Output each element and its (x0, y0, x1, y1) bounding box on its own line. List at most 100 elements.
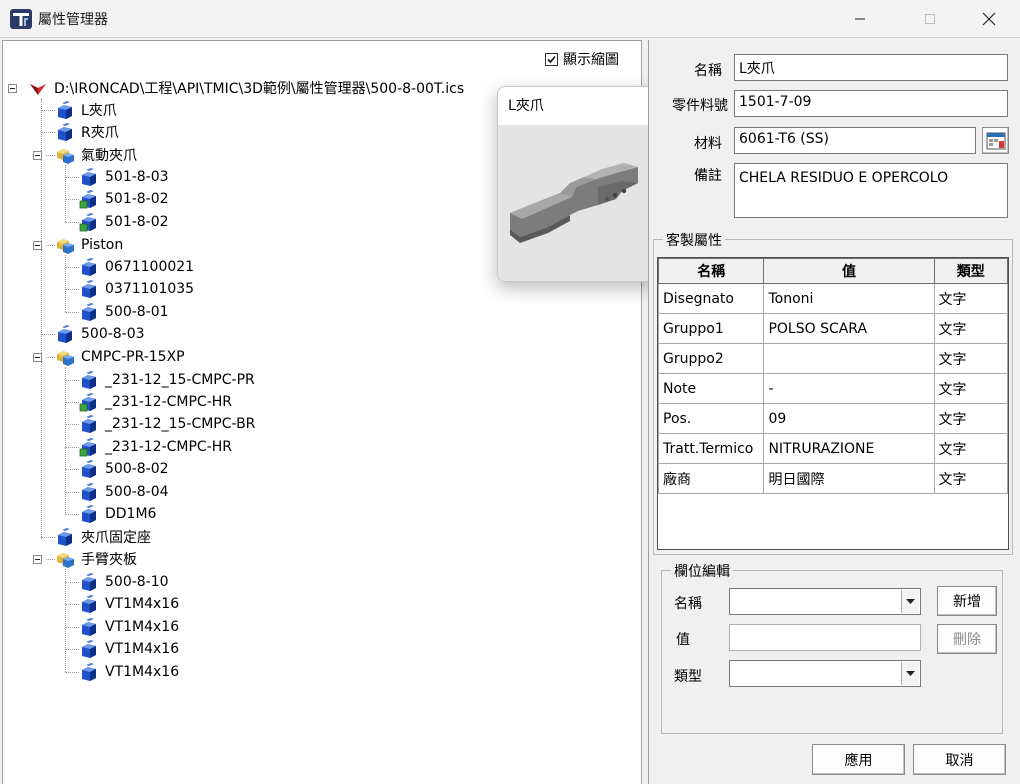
cell-value[interactable]: Tononi (763, 283, 935, 314)
tree-assembly-node[interactable]: Piston (55, 234, 123, 256)
show-thumbnail-checkbox[interactable]: 顯示縮圖 (545, 49, 619, 69)
tree-part-node[interactable]: 500-8-01 (79, 301, 169, 323)
part-thumbnail-image (498, 125, 656, 281)
tree-part-node[interactable]: 501-8-02 (79, 211, 169, 233)
delete-button[interactable]: 刪除 (937, 624, 997, 654)
part-icon (82, 303, 96, 321)
tree-part-node[interactable]: VT1M4x16 (79, 616, 179, 638)
tree-node-label: VT1M4x16 (105, 596, 180, 612)
tree-part-node[interactable]: 0371101035 (79, 278, 194, 300)
tree-part-node[interactable]: _231-12_15-CMPC-BR (79, 413, 255, 435)
tree-part-node[interactable]: R夾爪 (55, 121, 119, 143)
cancel-button[interactable]: 取消 (913, 744, 1006, 775)
tree-collapse-toggle[interactable] (33, 353, 42, 362)
edit-name-label: 名稱 (674, 596, 702, 612)
close-button[interactable] (966, 0, 1012, 38)
cell-type[interactable]: 文字 (933, 343, 1009, 374)
part-icon (82, 460, 96, 478)
cell-name[interactable]: Disegnato (657, 283, 765, 314)
cell-type[interactable]: 文字 (933, 313, 1009, 344)
cell-value[interactable]: - (763, 373, 935, 404)
tree-part-node[interactable]: 500-8-04 (79, 481, 169, 503)
close-icon (982, 12, 996, 26)
part-icon (82, 640, 96, 658)
preview-title: L夾爪 (508, 98, 544, 114)
maximize-button[interactable] (907, 0, 953, 38)
cell-name[interactable]: Gruppo1 (657, 313, 765, 344)
dropdown-arrow[interactable] (901, 590, 919, 613)
cell-name[interactable]: Pos. (657, 403, 765, 434)
table-row[interactable]: Pos. 09 文字 (657, 403, 1009, 434)
tree-collapse-toggle[interactable] (33, 241, 42, 250)
tree-part-node[interactable]: 500-8-02 (79, 458, 169, 480)
part-icon (82, 618, 96, 636)
tree-assembly-node[interactable]: 手臂夾板 (55, 548, 137, 570)
tree-part-node[interactable]: VT1M4x16 (79, 638, 179, 660)
tree-collapse-toggle[interactable] (8, 84, 17, 93)
edit-value-input[interactable] (729, 624, 921, 651)
tree-root-label: D:\IRONCAD\工程\API\TMIC\3D範例\屬性管理器\500-8-… (54, 81, 465, 97)
tree-part-node[interactable]: DD1M6 (79, 503, 156, 525)
tree-part-node[interactable]: VT1M4x16 (79, 661, 179, 683)
remark-textarea[interactable]: CHELA RESIDUO E OPERCOLO (734, 163, 1008, 218)
part-number-input[interactable]: 1501-7-09 (734, 90, 1008, 117)
linked-part-icon (79, 190, 96, 209)
table-row[interactable]: Gruppo2 文字 (657, 343, 1009, 374)
dropdown-arrow[interactable] (901, 662, 919, 685)
table-row[interactable]: 廠商 明日國際 文字 (657, 463, 1009, 494)
cell-name[interactable]: Tratt.Termico (657, 433, 765, 464)
cell-name[interactable]: 廠商 (657, 463, 765, 494)
tree-collapse-toggle[interactable] (33, 151, 42, 160)
name-input[interactable]: L夾爪 (734, 54, 1008, 81)
cell-type[interactable]: 文字 (933, 283, 1009, 314)
tree-node-label: 501-8-03 (105, 169, 169, 185)
material-input[interactable]: 6061-T6 (SS) (734, 127, 976, 154)
tree-node-label: 500-8-03 (81, 326, 145, 342)
add-button[interactable]: 新增 (937, 586, 997, 616)
column-header-value[interactable]: 值 (763, 258, 935, 284)
tree-node-label: R夾爪 (81, 125, 119, 141)
apply-button[interactable]: 應用 (812, 744, 905, 775)
tree-part-node[interactable]: 501-8-03 (79, 166, 169, 188)
cell-type[interactable]: 文字 (933, 373, 1009, 404)
tree-part-node[interactable]: 夾爪固定座 (55, 526, 151, 548)
cell-value[interactable]: 09 (763, 403, 935, 434)
tree-part-node[interactable]: 501-8-02 (79, 188, 169, 210)
tree-part-node[interactable]: _231-12-CMPC-HR (79, 436, 232, 458)
edit-type-combobox[interactable] (729, 660, 921, 687)
linked-part-icon (79, 213, 96, 232)
part-icon (58, 528, 72, 546)
cell-value[interactable] (763, 343, 935, 374)
tree-part-node[interactable]: VT1M4x16 (79, 593, 179, 615)
tree-assembly-node[interactable]: CMPC-PR-15XP (55, 346, 185, 368)
custom-attributes-table[interactable]: 名稱 值 類型 Disegnato Tononi 文字 Gruppo1 POLSO SC… (657, 258, 1009, 494)
tree-part-node[interactable]: 500-8-03 (55, 323, 145, 345)
cell-value[interactable]: NITRURAZIONE (763, 433, 935, 464)
tree-part-node[interactable]: _231-12-CMPC-HR (79, 391, 232, 413)
cell-value[interactable]: POLSO SCARA (763, 313, 935, 344)
column-header-type[interactable]: 類型 (933, 258, 1009, 284)
column-header-name[interactable]: 名稱 (657, 258, 765, 284)
tree-part-node[interactable]: L夾爪 (55, 99, 117, 121)
tree-part-node[interactable]: 500-8-10 (79, 571, 169, 593)
tree-assembly-node[interactable]: 氣動夾爪 (55, 144, 137, 166)
tree-root-node[interactable]: D:\IRONCAD\工程\API\TMIC\3D範例\屬性管理器\500-8-… (28, 77, 464, 99)
table-row[interactable]: Disegnato Tononi 文字 (657, 283, 1009, 314)
table-row[interactable]: Tratt.Termico NITRURAZIONE 文字 (657, 433, 1009, 464)
tree-part-node[interactable]: 0671100021 (79, 256, 194, 278)
minimize-button[interactable] (837, 0, 883, 38)
cell-value[interactable]: 明日國際 (763, 463, 935, 494)
material-picker-button[interactable] (982, 127, 1009, 154)
tree-part-node[interactable]: _231-12_15-CMPC-PR (79, 369, 255, 391)
table-row[interactable]: Note - 文字 (657, 373, 1009, 404)
cell-type[interactable]: 文字 (933, 433, 1009, 464)
table-row[interactable]: Gruppo1 POLSO SCARA 文字 (657, 313, 1009, 344)
cell-type[interactable]: 文字 (933, 463, 1009, 494)
part-icon (82, 371, 96, 389)
cell-name[interactable]: Note (657, 373, 765, 404)
cell-name[interactable]: Gruppo2 (657, 343, 765, 374)
cell-type[interactable]: 文字 (933, 403, 1009, 434)
edit-name-combobox[interactable] (729, 588, 921, 615)
tree-collapse-toggle[interactable] (33, 555, 42, 564)
checkbox-box[interactable] (545, 52, 558, 66)
